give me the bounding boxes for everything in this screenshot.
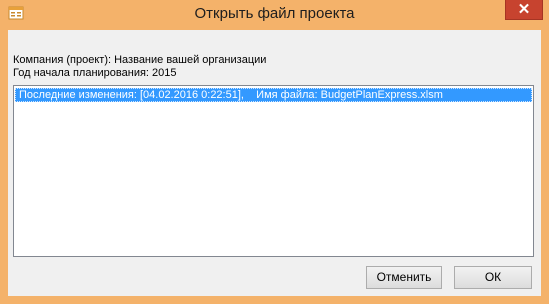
dialog-title: Открыть файл проекта bbox=[194, 5, 355, 22]
list-item[interactable]: Последние изменения: [04.02.2016 0:22:51… bbox=[15, 88, 532, 102]
close-icon: ✕ bbox=[517, 1, 531, 18]
dialog-body: Компания (проект): Название вашей органи… bbox=[8, 30, 541, 296]
title-bar[interactable]: Открыть файл проекта ✕ bbox=[0, 0, 549, 30]
planning-year-label: Год начала планирования: 2015 bbox=[13, 67, 177, 79]
project-file-list[interactable]: Последние изменения: [04.02.2016 0:22:51… bbox=[13, 85, 534, 257]
company-label: Компания (проект): Название вашей органи… bbox=[13, 54, 267, 66]
ok-button[interactable]: ОК bbox=[454, 266, 532, 289]
cancel-button[interactable]: Отменить bbox=[366, 266, 442, 289]
open-project-dialog: Открыть файл проекта ✕ Компания (проект)… bbox=[0, 0, 549, 304]
close-button[interactable]: ✕ bbox=[505, 0, 543, 20]
